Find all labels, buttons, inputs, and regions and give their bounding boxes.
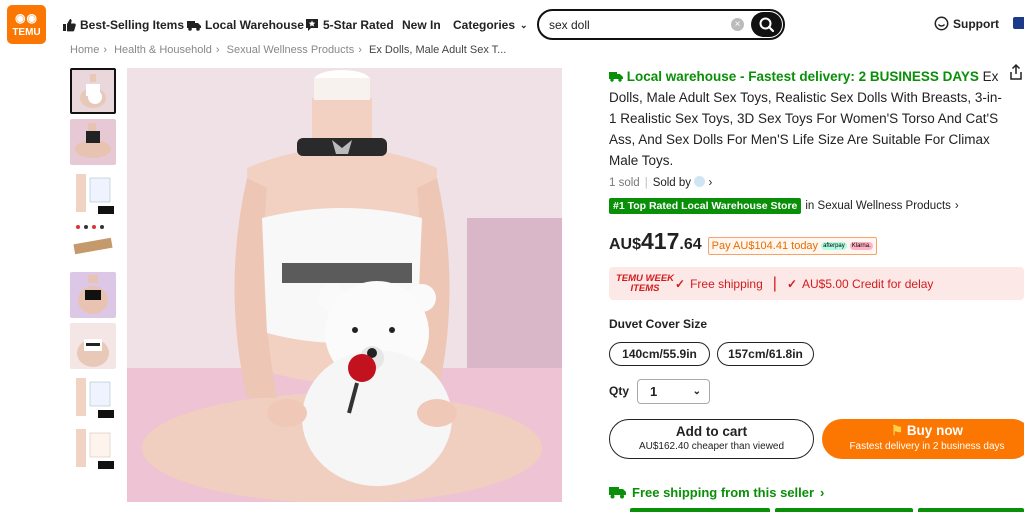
breadcrumb-item[interactable]: Home — [70, 44, 99, 56]
pay-later-badge[interactable]: Pay AU$104.41 today afterpay Klarna. — [707, 237, 877, 255]
buy-now-button[interactable]: ⚑ Buy now Fastest delivery in 2 business… — [822, 419, 1024, 459]
size-option-157[interactable]: 157cm/61.8in — [717, 342, 814, 366]
thumbs-up-icon — [63, 19, 76, 32]
nav-five-star[interactable]: 5-Star Rated — [305, 16, 394, 34]
support-chat-icon — [934, 16, 949, 31]
top-header: ◉◉ TEMU Best-Selling Items Local Warehou… — [0, 0, 1024, 50]
delay-credit-perk: ✓ AU$5.00 Credit for delay — [786, 276, 934, 291]
chevron-down-icon: ⌄ — [692, 386, 701, 397]
logo-bag-icon: ◉◉ — [15, 11, 38, 25]
nav-categories[interactable]: Categories ⌄ — [453, 16, 528, 34]
search-button[interactable] — [751, 12, 782, 37]
check-icon: ✓ — [786, 276, 797, 291]
breadcrumb-item[interactable]: Sexual Wellness Products — [227, 44, 355, 56]
search-input[interactable] — [549, 16, 724, 34]
chevron-right-icon: › — [954, 200, 959, 212]
temu-week-banner: TEMU WEEK ITEMS ✓ Free shipping | ✓ AU$5… — [609, 267, 1024, 300]
shipping-progress-segment — [630, 508, 770, 512]
add-to-cart-button[interactable]: Add to cart AU$162.40 cheaper than viewe… — [609, 419, 814, 459]
qty-label: Qty — [609, 384, 630, 398]
thumbnail-8[interactable] — [70, 425, 116, 471]
thumbnail-4[interactable] — [70, 221, 116, 267]
thumbnail-3[interactable] — [70, 170, 116, 216]
support-link[interactable]: Support — [934, 16, 999, 31]
quantity-select[interactable]: 1 ⌄ — [637, 379, 710, 404]
size-label: Duvet Cover Size — [609, 317, 708, 331]
search-bar: × — [537, 9, 785, 40]
product-photo — [127, 68, 562, 502]
free-shipping-seller-link[interactable]: Free shipping from this seller › — [609, 485, 824, 500]
country-flag-icon[interactable] — [1013, 17, 1024, 29]
thumbnail-6[interactable] — [70, 323, 116, 369]
price-row: AU$ 417 .64 Pay AU$104.41 today afterpay… — [609, 228, 877, 255]
breadcrumb-item[interactable]: Health & Household — [114, 44, 212, 56]
afterpay-logo: afterpay — [821, 242, 847, 250]
thumbnail-5[interactable] — [70, 272, 116, 318]
logo-text: TEMU — [12, 27, 41, 38]
thumbnail-7[interactable] — [70, 374, 116, 420]
breadcrumb: Home › Health & Household › Sexual Wellnes… — [70, 44, 507, 56]
top-rated-badge: #1 Top Rated Local Warehouse Store — [609, 198, 802, 214]
check-icon: ✓ — [675, 276, 686, 291]
size-option-140[interactable]: 140cm/55.9in — [609, 342, 710, 366]
seller-avatar-icon — [694, 176, 706, 187]
thumbnail-2[interactable] — [70, 119, 116, 165]
category-link: in Sexual Wellness Products — [805, 200, 951, 212]
delivery-highlight: Local warehouse - Fastest delivery: 2 BU… — [626, 69, 979, 84]
chevron-right-icon: › — [820, 485, 825, 500]
chevron-down-icon: ⌄ — [520, 19, 528, 30]
nav-best-selling[interactable]: Best-Selling Items — [62, 16, 184, 34]
breadcrumb-item: Ex Dolls, Male Adult Sex T... — [368, 44, 507, 56]
klarna-logo: Klarna. — [849, 242, 873, 250]
sold-info: 1 sold | Sold by › — [609, 176, 713, 189]
thumbnail-1[interactable] — [70, 68, 116, 114]
shipping-progress-segment — [775, 508, 913, 512]
truck-icon — [609, 487, 626, 499]
store-badge-row[interactable]: #1 Top Rated Local Warehouse Store in Se… — [609, 198, 959, 214]
shipping-progress-segment — [918, 508, 1024, 512]
truck-icon — [187, 21, 201, 31]
star-chat-icon — [306, 19, 318, 31]
week-items-label: TEMU WEEK ITEMS — [615, 272, 675, 294]
clear-search-icon[interactable]: × — [731, 18, 744, 31]
product-title: Local warehouse - Fastest delivery: 2 BU… — [609, 66, 1009, 171]
nav-local-warehouse[interactable]: Local Warehouse — [187, 16, 304, 34]
truck-icon — [609, 72, 623, 82]
product-main-image[interactable] — [127, 68, 562, 502]
temu-logo[interactable]: ◉◉ TEMU — [7, 5, 46, 44]
share-icon[interactable] — [1008, 63, 1024, 81]
search-icon — [759, 17, 775, 33]
sold-by-link[interactable]: Sold by › — [653, 176, 712, 189]
tag-icon: ⚑ — [890, 423, 904, 438]
nav-new-in[interactable]: New In — [402, 16, 441, 34]
free-shipping-perk: ✓ Free shipping — [675, 276, 763, 291]
